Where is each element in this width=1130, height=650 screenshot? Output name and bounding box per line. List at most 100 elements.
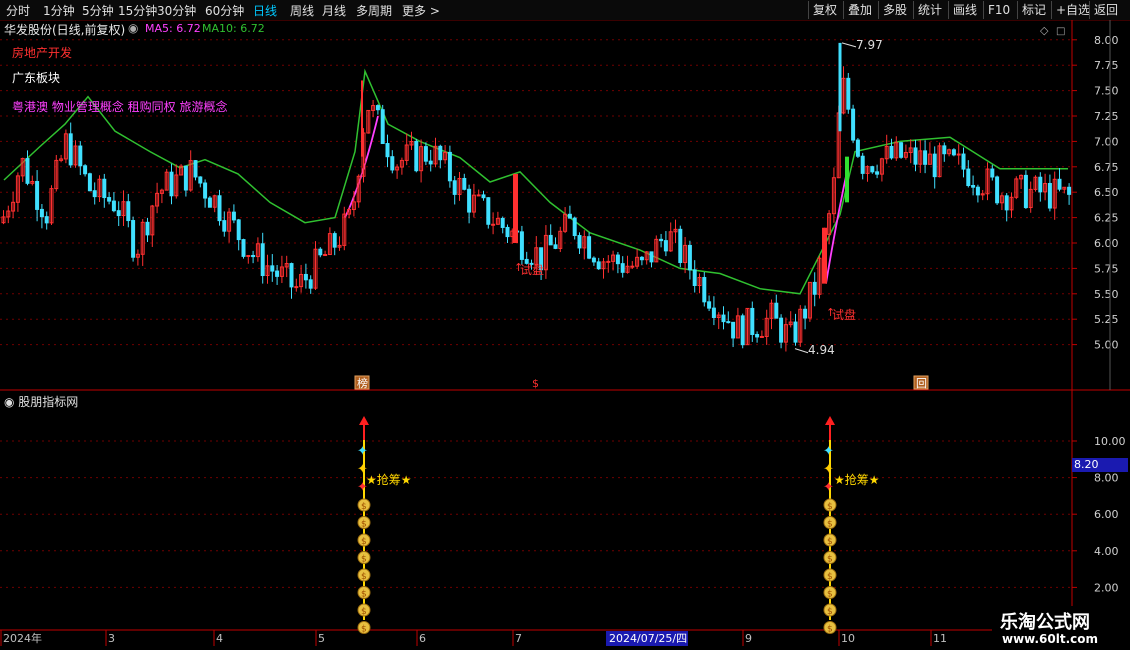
candle-body-187 bbox=[899, 142, 904, 158]
candle-body-56 bbox=[270, 265, 275, 272]
marker-0[interactable]: 榜 bbox=[357, 376, 368, 390]
toolbar-button-1[interactable]: 叠加 bbox=[843, 1, 876, 19]
marker-1[interactable]: $ bbox=[532, 377, 539, 390]
candle-body-40 bbox=[193, 160, 198, 178]
butterfly-icon-red-2: ✦ bbox=[823, 480, 834, 495]
coin-symbol-2-4: $ bbox=[827, 572, 833, 582]
toolbar-button-2[interactable]: 多股 bbox=[878, 1, 911, 19]
coin-symbol-2-5: $ bbox=[827, 590, 833, 600]
candle-body-46 bbox=[222, 220, 227, 232]
candle-body-99 bbox=[476, 194, 481, 197]
qiangchou-label-1: ★抢筹★ bbox=[366, 473, 412, 487]
candle-body-17 bbox=[83, 165, 88, 175]
concept-list: 粤港澳 物业管理概念 租购同权 旅游概念 bbox=[12, 100, 228, 114]
period-tab-3[interactable]: 15分钟 bbox=[118, 2, 157, 19]
candle-body-41 bbox=[198, 176, 203, 184]
coin-symbol-1-6: $ bbox=[361, 607, 367, 617]
candle-body-154 bbox=[740, 315, 745, 346]
price-tick-label-5: 6.75 bbox=[1094, 161, 1119, 174]
coin-symbol-1-2: $ bbox=[361, 537, 367, 547]
period-tab-10[interactable]: 更多 > bbox=[402, 2, 440, 19]
toolbar-button-3[interactable]: 统计 bbox=[913, 1, 946, 19]
candle-body-67 bbox=[323, 254, 328, 257]
price-tick-label-8: 6.00 bbox=[1094, 237, 1119, 250]
arrow-up-icon-2 bbox=[825, 416, 835, 425]
candle-body-206 bbox=[990, 168, 995, 178]
candle-body-96 bbox=[462, 177, 467, 190]
toolbar-button-4[interactable]: 画线 bbox=[948, 1, 981, 19]
period-tab-6[interactable]: 日线 bbox=[253, 2, 277, 19]
candle-body-213 bbox=[1023, 174, 1028, 209]
coin-symbol-2-3: $ bbox=[827, 555, 833, 565]
candle-body-97 bbox=[467, 188, 472, 213]
candle-body-115 bbox=[553, 244, 558, 249]
price-tick-label-11: 5.25 bbox=[1094, 313, 1119, 326]
expand-icon[interactable]: □ bbox=[1056, 26, 1065, 37]
candle-body-201 bbox=[966, 168, 971, 187]
candle-body-119 bbox=[572, 217, 577, 237]
low-price-label: 4.94 bbox=[808, 343, 835, 357]
date-label-6: 9 bbox=[745, 632, 752, 645]
period-tab-8[interactable]: 月线 bbox=[322, 2, 346, 19]
candle-body-148 bbox=[711, 307, 716, 318]
toolbar-button-7[interactable]: +自选 bbox=[1051, 1, 1094, 19]
candle-body-114 bbox=[548, 234, 553, 246]
high-pointer bbox=[841, 42, 857, 48]
candle-body-45 bbox=[217, 195, 222, 222]
candle-body-88 bbox=[423, 146, 428, 162]
toolbar-button-6[interactable]: 标记 bbox=[1017, 1, 1050, 19]
candle-body-158 bbox=[759, 335, 764, 338]
candle-body-86 bbox=[414, 141, 419, 172]
candle-body-108 bbox=[519, 231, 524, 260]
price-tick-label-3: 7.25 bbox=[1094, 110, 1119, 123]
price-tick-label-10: 5.50 bbox=[1094, 288, 1119, 301]
candle-body-181 bbox=[870, 166, 875, 173]
candle-body-9 bbox=[44, 216, 49, 224]
butterfly-icon-cyan-1: ✦ bbox=[357, 444, 368, 459]
period-tab-4[interactable]: 30分钟 bbox=[157, 2, 196, 19]
candle-body-162 bbox=[779, 317, 784, 343]
date-label-5: 7 bbox=[515, 632, 522, 645]
sector-guangdong: 广东板块 bbox=[12, 71, 61, 85]
toolbar-button-8[interactable]: 返回 bbox=[1089, 1, 1122, 19]
ind-tick-label-2: 6.00 bbox=[1094, 508, 1119, 521]
period-tab-9[interactable]: 多周期 bbox=[356, 2, 392, 19]
toolbar-button-0[interactable]: 复权 bbox=[808, 1, 841, 19]
candle-body-194 bbox=[932, 153, 937, 178]
marker-2[interactable]: 回 bbox=[916, 377, 927, 390]
period-tab-1[interactable]: 1分钟 bbox=[43, 2, 75, 19]
candle-body-216 bbox=[1038, 176, 1043, 193]
candle-body-57 bbox=[275, 270, 280, 277]
candle-body-199 bbox=[956, 153, 961, 156]
coin-symbol-1-5: $ bbox=[361, 590, 367, 600]
watermark-logo: 乐淘公式网 www.60lt.com bbox=[992, 606, 1130, 650]
candle-body-202 bbox=[971, 185, 976, 188]
candle-body-220 bbox=[1057, 178, 1062, 190]
candle-body-19 bbox=[92, 190, 97, 198]
candle-body-91 bbox=[438, 145, 443, 161]
coin-symbol-2-6: $ bbox=[827, 607, 833, 617]
candle-body-161 bbox=[774, 302, 779, 319]
candle-body-51 bbox=[246, 254, 251, 257]
period-tab-0[interactable]: 分时 bbox=[6, 2, 30, 19]
period-tab-2[interactable]: 5分钟 bbox=[82, 2, 114, 19]
period-tab-5[interactable]: 60分钟 bbox=[205, 2, 244, 19]
watermark-url: www.60lt.com bbox=[1002, 632, 1099, 646]
qiangchou-label-2: ★抢筹★ bbox=[834, 473, 880, 487]
period-tab-7[interactable]: 周线 bbox=[290, 2, 314, 19]
candle-body-18 bbox=[87, 173, 92, 192]
date-label-4: 6 bbox=[419, 632, 426, 645]
toolbar-button-5[interactable]: F10 bbox=[983, 1, 1014, 19]
coin-symbol-1-7: $ bbox=[361, 625, 367, 635]
candle-body-169 bbox=[812, 281, 817, 295]
candle-body-209 bbox=[1004, 195, 1009, 211]
candle-body-101 bbox=[486, 197, 491, 225]
candle-body-64 bbox=[308, 279, 313, 289]
candle-body-38 bbox=[183, 165, 188, 191]
candle-body-54 bbox=[260, 243, 265, 277]
candle-body-94 bbox=[452, 180, 457, 195]
candle-body-128 bbox=[615, 254, 620, 265]
collapse-icon[interactable]: ◉ bbox=[128, 21, 138, 35]
diamond-icon[interactable]: ◇ bbox=[1040, 24, 1049, 37]
candle-body-78 bbox=[375, 105, 380, 111]
